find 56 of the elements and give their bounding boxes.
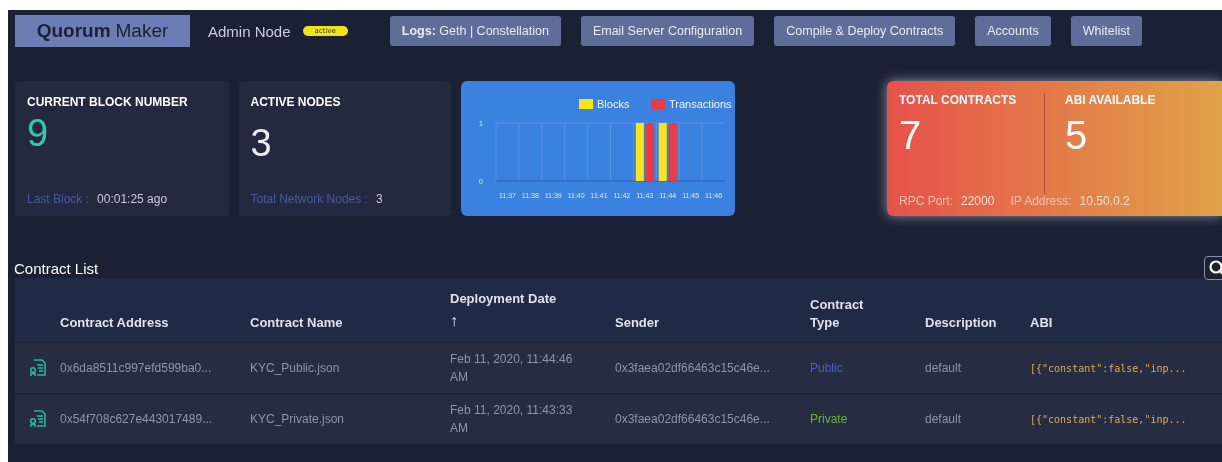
table-cell-text: Feb 11, 2020, 11:44:46 AM [450, 351, 574, 386]
stat-footer-value: 00:01:25 ago [97, 192, 168, 206]
stat-value: 5 [1065, 113, 1089, 158]
chart-bar [658, 123, 667, 181]
contract-type: Private [810, 412, 848, 426]
nav-button[interactable]: Email Server Configuration [580, 16, 755, 46]
table-cell: 0x3faea02df66463c15c46e... [615, 361, 770, 375]
stat-value: 7 [899, 113, 923, 158]
legend-label: Blocks [597, 98, 630, 110]
abi-snippet: [{"constant":false,"inp... [1030, 362, 1187, 374]
stat-label: Total Network Nodes : [250, 192, 368, 206]
table-cell: default [925, 361, 962, 375]
stat-title: ABI AVAILABLE [1065, 93, 1157, 107]
chart-bar [645, 123, 654, 181]
nav-button[interactable]: Accounts [975, 16, 1051, 46]
contract-type: Public [810, 361, 843, 375]
nav-button[interactable]: Compile & Deploy Contracts [774, 16, 956, 46]
column-header: Contract Name [250, 314, 343, 330]
info-label: IP Address: [1010, 194, 1072, 208]
table-cell: 0x54f708c627e443017489... [60, 412, 213, 426]
column-header: Contract Address [60, 314, 169, 330]
stat-title: CURRENT BLOCK NUMBER [27, 95, 189, 109]
info-value: 10.50.0.2 [1079, 194, 1130, 208]
app-logo[interactable]: Quorum Maker [15, 15, 190, 47]
contract-document-icon [27, 409, 48, 429]
stat-title: TOTAL CONTRACTS [899, 93, 1018, 107]
abi-snippet: [{"constant":false,"inp... [1030, 413, 1187, 425]
column-header: Sender [615, 314, 660, 330]
legend-label: Transactions [669, 98, 732, 110]
contract-document-icon [27, 358, 48, 378]
stat-footer-value: 3 [375, 192, 383, 206]
search-icon [1208, 259, 1222, 277]
node-name: Admin Node [208, 22, 291, 40]
chart-bar [668, 123, 677, 181]
info-value: 22000 [961, 194, 995, 208]
column-header: Deployment Date ↑ [450, 291, 557, 329]
table-cell: 0x3faea02df66463c15c46e... [615, 412, 770, 426]
table-cell: KYC_Public.json [250, 361, 340, 375]
legend-swatch [579, 99, 594, 109]
column-header: Description [925, 314, 997, 330]
table-cell-text: Feb 11, 2020, 11:43:33 AM [450, 402, 574, 437]
table-cell: default [925, 412, 962, 426]
chart-bar [635, 123, 644, 181]
stat-title: ACTIVE NODES [250, 95, 342, 109]
nav-button[interactable]: Logs: Geth | Constellation [389, 16, 561, 46]
stat-value: 3 [250, 121, 273, 166]
legend-swatch [651, 99, 666, 109]
table-cell: KYC_Private.json [250, 412, 345, 426]
stat-value: 9 [27, 111, 50, 156]
nav-button[interactable]: Whitelist [1070, 16, 1142, 46]
table-cell: 0x6da8511c997efd599ba0... [60, 361, 212, 375]
info-label: RPC Port: [899, 194, 953, 208]
column-header: Contract Type [810, 295, 865, 332]
stat-label: Last Block : [27, 192, 90, 206]
column-header: ABI [1030, 314, 1053, 330]
section-title: Contract List [14, 259, 99, 277]
